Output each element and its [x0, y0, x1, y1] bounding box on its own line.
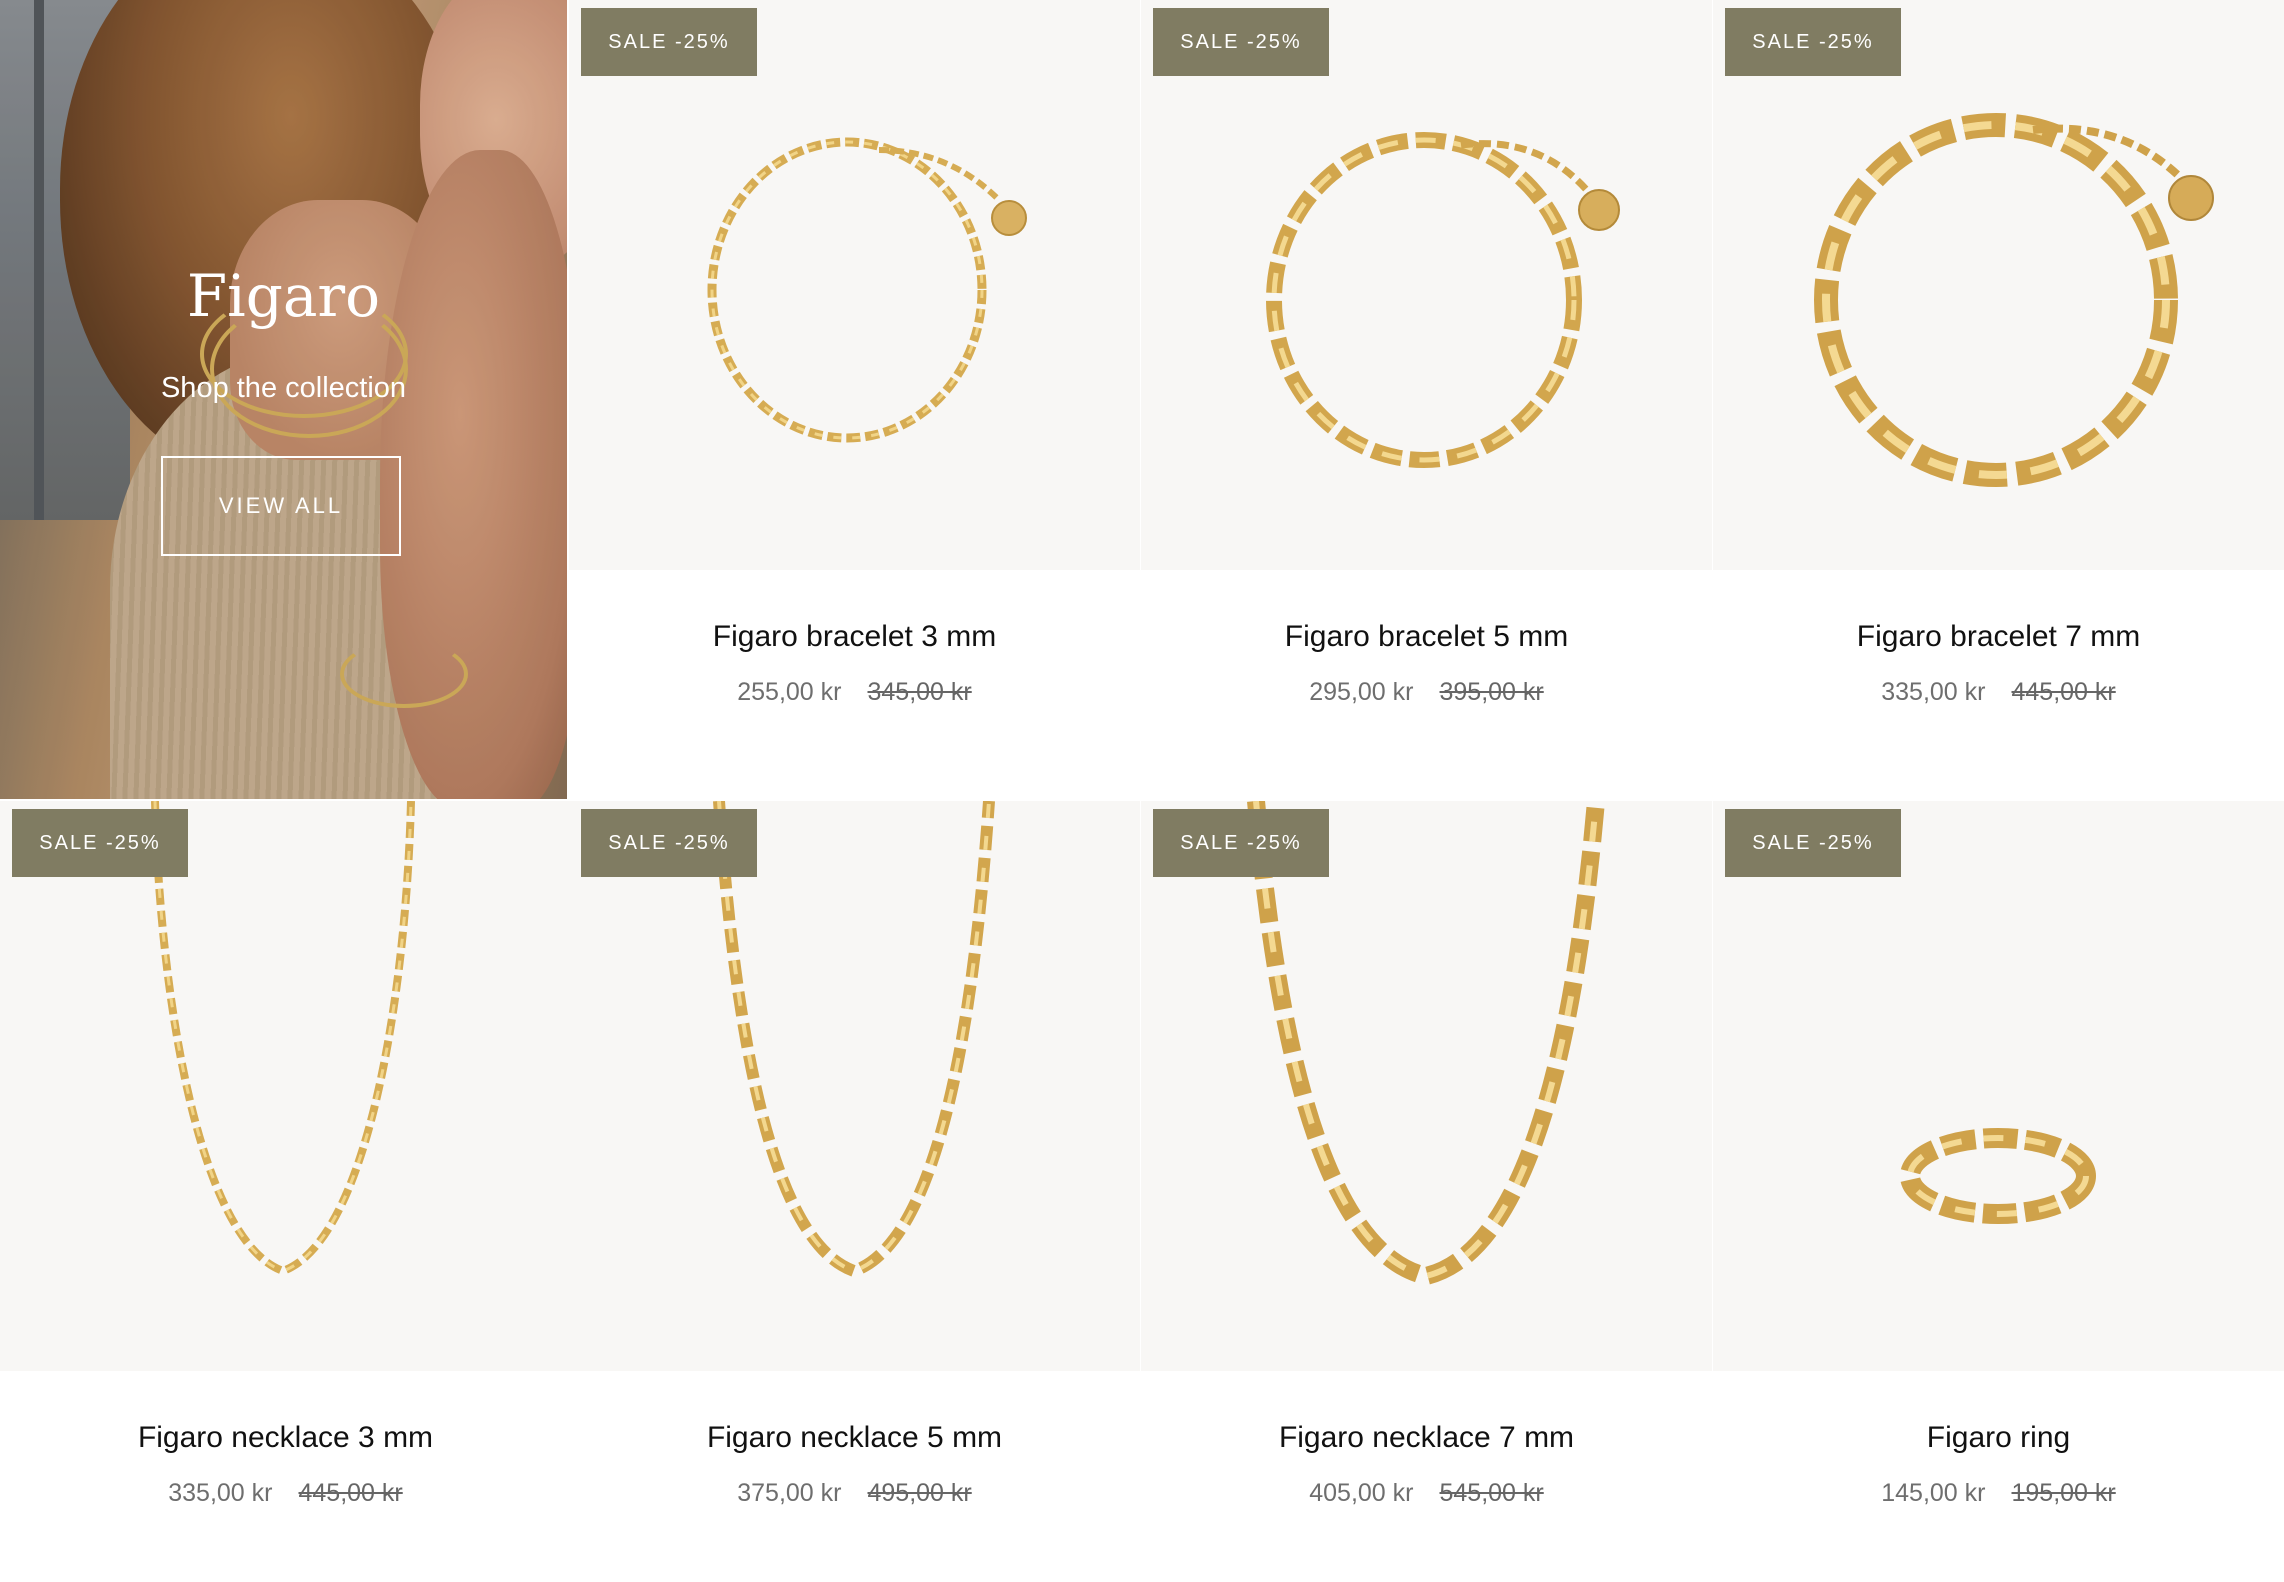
sale-badge: SALE -25%: [581, 809, 757, 877]
sale-badge: SALE -25%: [1153, 809, 1329, 877]
sale-price: 255,00 kr: [737, 678, 842, 706]
product-card[interactable]: SALE -25% Figaro necklace 7 mm 405,00 kr…: [1141, 801, 1712, 1582]
hero-subtitle: Shop the collection: [160, 372, 407, 404]
product-card[interactable]: SALE -25% Figaro bracelet 7 mm 335,00 kr…: [1713, 0, 2284, 799]
product-image[interactable]: [1713, 801, 2284, 1371]
sale-badge: SALE -25%: [1153, 8, 1329, 76]
collection-hero[interactable]: Figaro Shop the collection VIEW ALL: [0, 0, 567, 799]
original-price: 445,00 kr: [2011, 678, 2116, 706]
product-image[interactable]: [569, 801, 1140, 1371]
sale-badge: SALE -25%: [581, 8, 757, 76]
product-name[interactable]: Figaro bracelet 3 mm: [569, 620, 1140, 654]
product-name[interactable]: Figaro necklace 5 mm: [569, 1421, 1140, 1455]
original-price: 545,00 kr: [1439, 1479, 1544, 1507]
sale-badge: SALE -25%: [12, 809, 188, 877]
bracelet-medium-icon: [1266, 132, 1620, 468]
product-price: 335,00 kr 445,00 kr: [0, 1479, 571, 1508]
bracelet-thick-icon: [1814, 113, 2214, 487]
product-price: 405,00 kr 545,00 kr: [1141, 1479, 1712, 1508]
necklace-thick-icon: [1247, 801, 1605, 1286]
product-name[interactable]: Figaro necklace 3 mm: [0, 1421, 571, 1455]
sale-price: 145,00 kr: [1881, 1479, 1986, 1507]
product-card[interactable]: SALE -25% Figaro necklace 5 mm 375,00 kr…: [569, 801, 1140, 1582]
original-price: 395,00 kr: [1439, 678, 1544, 706]
product-card[interactable]: SALE -25% Figaro bracelet 3 mm 255,00 kr…: [569, 0, 1140, 799]
original-price: 495,00 kr: [867, 1479, 972, 1507]
product-price: 375,00 kr 495,00 kr: [569, 1479, 1140, 1508]
product-name[interactable]: Figaro ring: [1713, 1421, 2284, 1455]
product-card[interactable]: SALE -25% Figaro bracelet 5 mm 295,00 kr…: [1141, 0, 1712, 799]
product-image[interactable]: [0, 801, 571, 1371]
sale-badge: SALE -25%: [1725, 809, 1901, 877]
original-price: 345,00 kr: [867, 678, 972, 706]
product-card[interactable]: SALE -25% Figaro necklace 3 mm 335,00 kr…: [0, 801, 571, 1582]
sale-badge: SALE -25%: [1725, 8, 1901, 76]
product-image[interactable]: [1713, 0, 2284, 570]
sale-price: 335,00 kr: [1881, 678, 1986, 706]
view-all-button[interactable]: VIEW ALL: [161, 456, 401, 556]
product-card[interactable]: SALE -25% Figaro ring 145,00 kr 195,00 kr: [1713, 801, 2284, 1582]
necklace-medium-icon: [713, 801, 995, 1278]
product-price: 335,00 kr 445,00 kr: [1713, 678, 2284, 707]
product-price: 295,00 kr 395,00 kr: [1141, 678, 1712, 707]
product-name[interactable]: Figaro bracelet 5 mm: [1141, 620, 1712, 654]
sale-price: 375,00 kr: [737, 1479, 842, 1507]
product-image[interactable]: [1141, 801, 1712, 1371]
product-image[interactable]: [1141, 0, 1712, 570]
product-name[interactable]: Figaro necklace 7 mm: [1141, 1421, 1712, 1455]
original-price: 195,00 kr: [2011, 1479, 2116, 1507]
product-name[interactable]: Figaro bracelet 7 mm: [1713, 620, 2284, 654]
ring-icon: [1900, 1128, 2096, 1224]
sale-price: 335,00 kr: [168, 1479, 273, 1507]
bracelet-thin-icon: [707, 137, 1027, 443]
hero-title: Figaro: [186, 262, 381, 330]
product-price: 255,00 kr 345,00 kr: [569, 678, 1140, 707]
sale-price: 295,00 kr: [1309, 678, 1414, 706]
necklace-thin-icon: [151, 801, 415, 1276]
product-price: 145,00 kr 195,00 kr: [1713, 1479, 2284, 1508]
sale-price: 405,00 kr: [1309, 1479, 1414, 1507]
original-price: 445,00 kr: [298, 1479, 403, 1507]
product-grid: Figaro Shop the collection VIEW ALL SALE…: [0, 0, 2284, 1582]
product-image[interactable]: [569, 0, 1140, 570]
